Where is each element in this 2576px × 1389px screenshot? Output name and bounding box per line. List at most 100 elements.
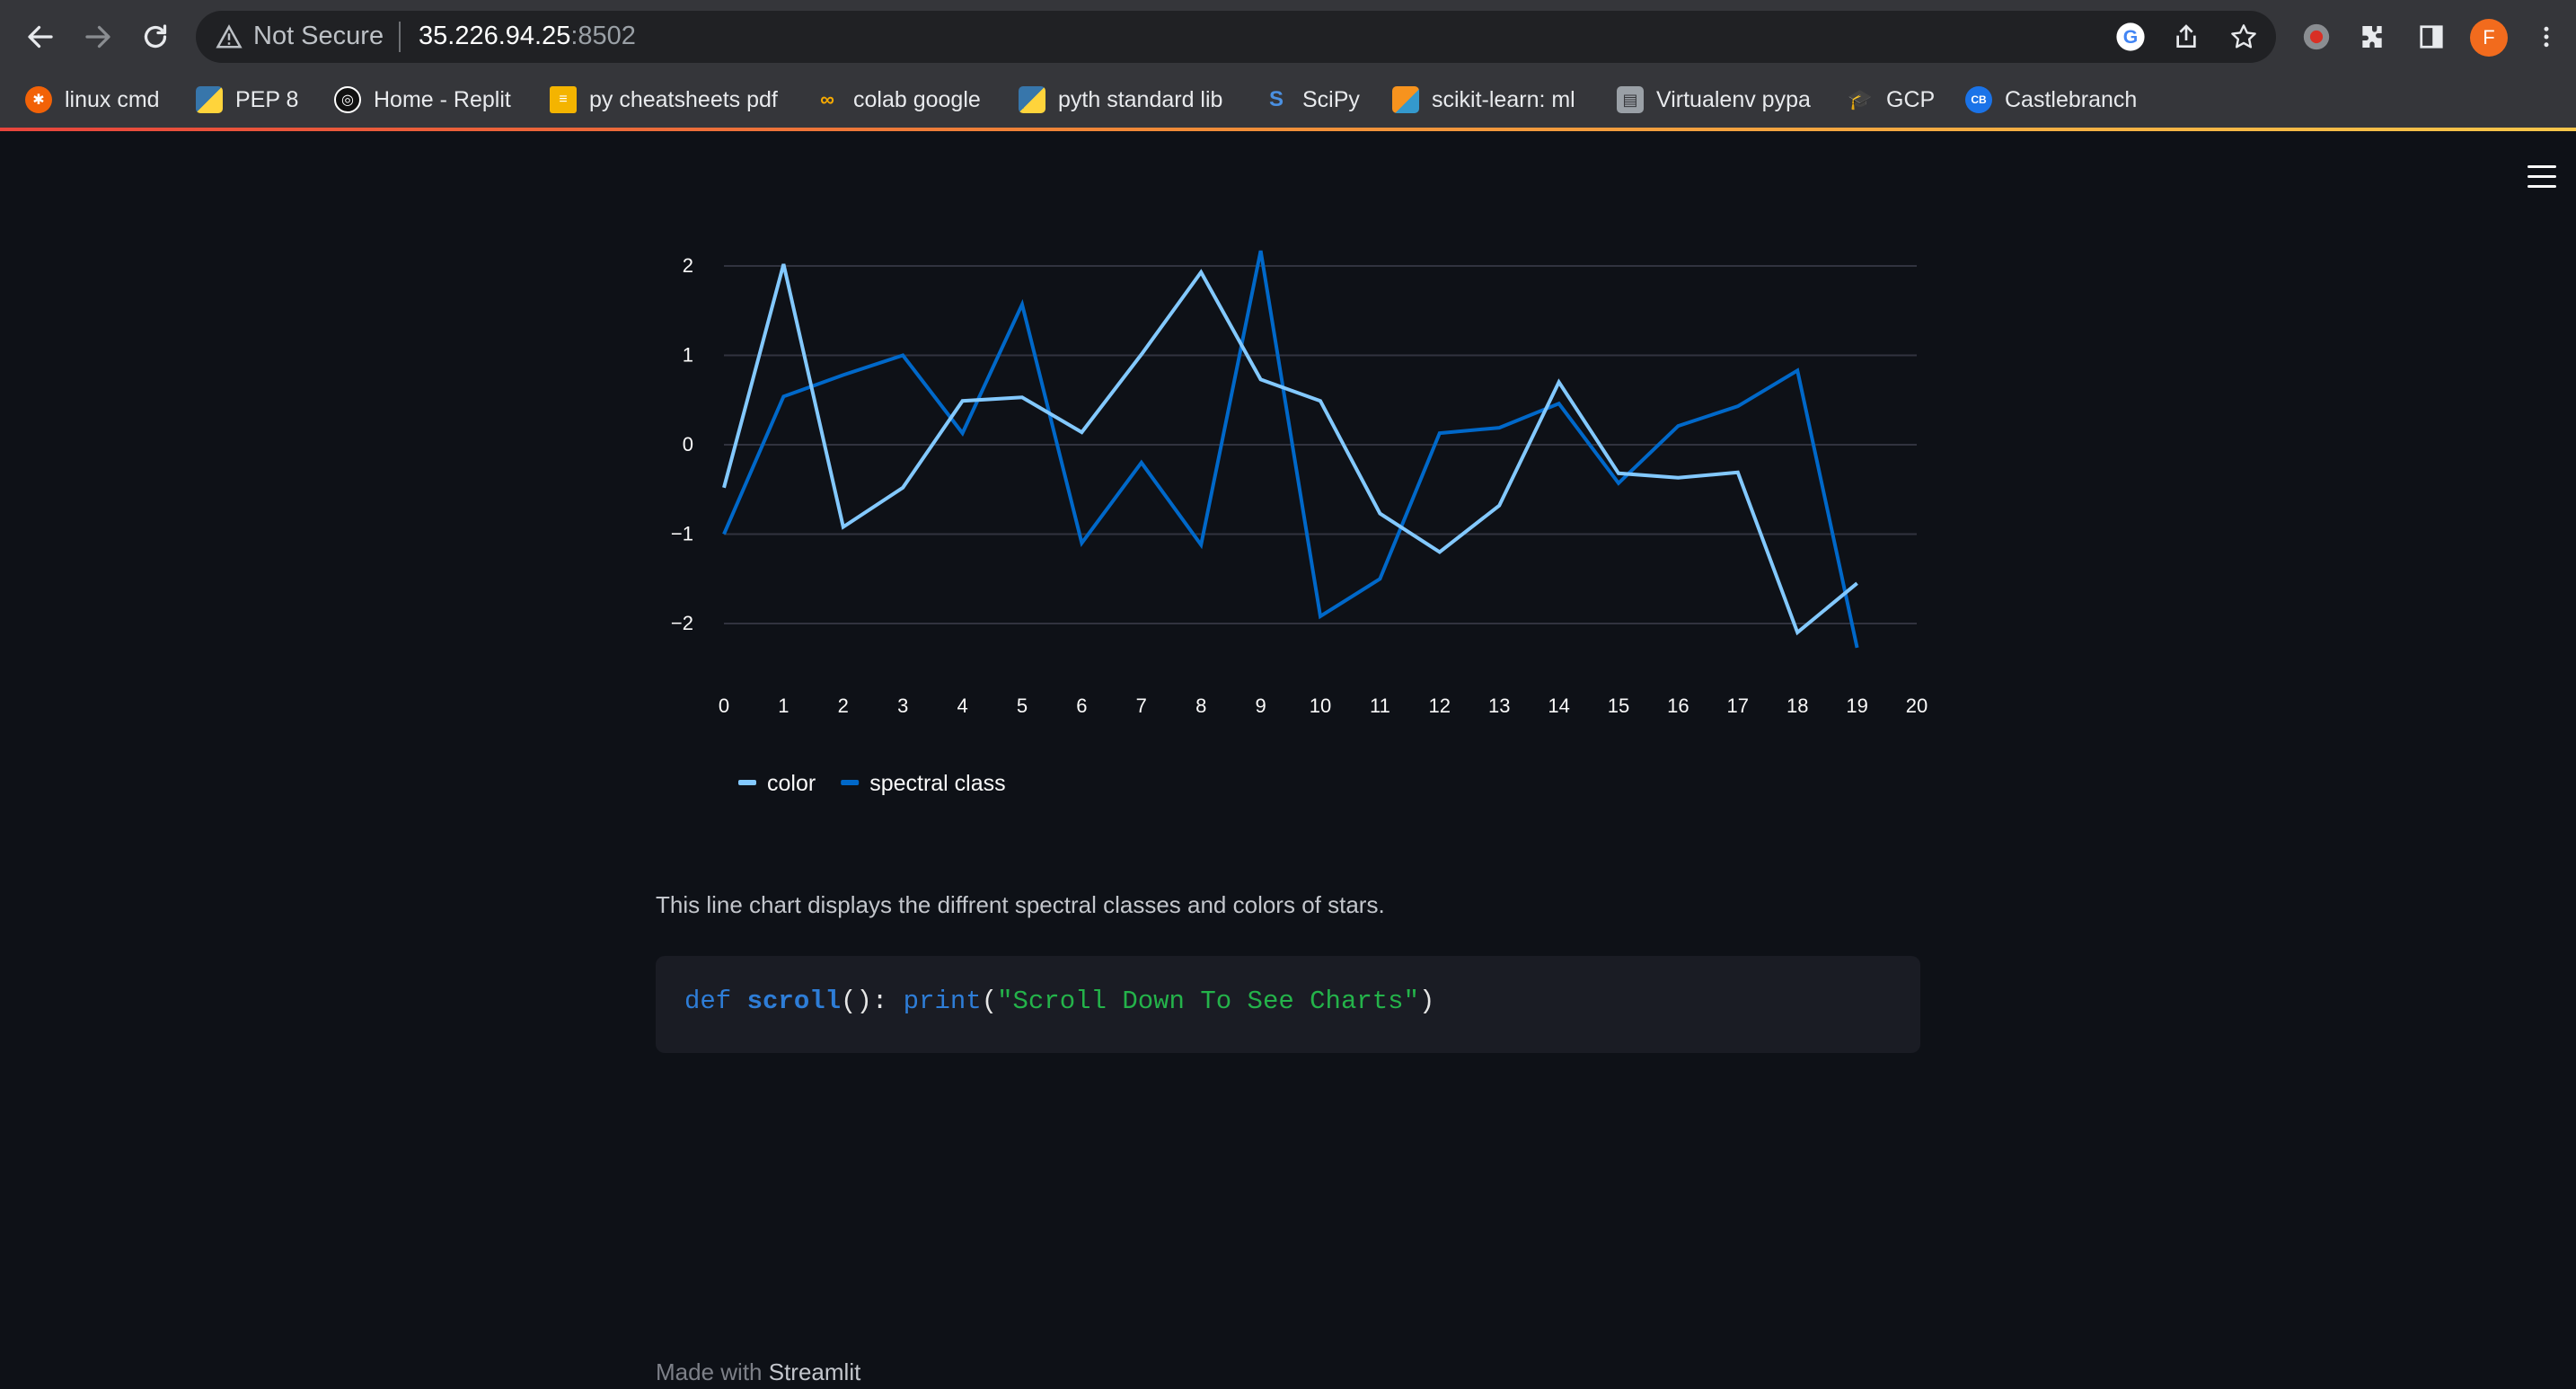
arrow-right-icon [85,25,110,49]
footer-streamlit-link[interactable]: Streamlit [769,1358,861,1385]
profile-avatar[interactable]: F [2470,19,2508,57]
x-tick-label: 15 [1608,694,1629,717]
bookmark-label: PEP 8 [235,86,299,112]
bookmark-gcp[interactable]: 🎓 GCP [1847,79,1935,120]
warning-icon [216,24,243,49]
bookmark-virtualenv[interactable]: ▤ Virtualenv pypa [1617,79,1811,120]
bookmark-scipy[interactable]: S SciPy [1263,79,1360,120]
side-panel-icon[interactable] [2414,20,2448,54]
bookmark-pyth-standard-lib[interactable]: pyth standard lib [1019,79,1222,120]
x-tick-label: 1 [778,694,789,717]
y-tick-label: −1 [671,523,693,545]
graduation-cap-icon: 🎓 [1848,88,1873,111]
y-tick-label: 1 [683,344,693,367]
footer-prefix: Made with [656,1358,769,1385]
bookmarks-bar: ✱ linux cmd PEP 8 ◎ Home - Replit ≡ py c… [0,74,2576,128]
more-menu-icon[interactable] [2529,20,2563,54]
bookmark-pep8[interactable]: PEP 8 [196,79,298,120]
x-tick-label: 13 [1488,694,1510,717]
url-host: 35.226.94.25 [419,22,571,50]
google-lens-icon[interactable]: G [2114,21,2147,53]
bookmark-label: Castlebranch [2005,86,2138,112]
bookmark-label: Virtualenv pypa [1656,86,1811,112]
legend-label-color: color [767,771,816,796]
x-tick-label: 9 [1255,694,1266,717]
extension-record-icon[interactable] [2299,20,2333,54]
code-keyword: def [684,986,732,1016]
security-label[interactable]: Not Secure [253,22,384,51]
svg-text:G: G [2123,26,2139,48]
legend-swatch-spectral-class [841,780,860,785]
sklearn-icon [1392,86,1419,113]
address-separator [399,22,401,52]
line-chart-svg: 210−1−20 1 2 3 4 5 6 7 8 9 10 11 12 13 14 15 16 17 18 19 20c… [671,250,1928,796]
x-tick-label: 0 [719,694,729,717]
x-tick-label: 4 [957,694,967,717]
browser-toolbar: Not Secure 35.226.94.25:8502 G F [0,0,2576,74]
y-tick-label: −2 [671,612,693,634]
x-tick-label: 20 [1906,694,1928,717]
x-tick-label: 8 [1195,694,1206,717]
bookmark-label: colab google [853,86,981,112]
url-port: :8502 [570,22,636,50]
hamburger-menu-icon[interactable] [2527,165,2556,189]
extensions-puzzle-icon[interactable] [2355,20,2389,54]
x-tick-label: 18 [1786,694,1808,717]
python-icon [1019,86,1045,113]
bookmark-label: GCP [1886,86,1936,112]
x-tick-label: 19 [1846,694,1867,717]
y-tick-label: 0 [683,433,693,456]
bookmark-label: py cheatsheets pdf [589,86,778,112]
x-tick-label: 14 [1548,694,1569,717]
share-icon[interactable] [2170,21,2202,53]
back-button[interactable] [20,16,61,58]
reload-button[interactable] [135,16,176,58]
x-tick-label: 5 [1017,694,1028,717]
chart-caption: This line chart displays the diffrent sp… [656,891,1385,918]
code-builtin: print [903,986,982,1016]
x-tick-label: 3 [897,694,908,717]
bookmark-castlebranch[interactable]: CB Castlebranch [1965,79,2137,120]
bookmark-star-icon[interactable] [2228,21,2260,53]
document-icon: ≡ [550,86,577,113]
bookmark-label: pyth standard lib [1058,86,1223,112]
code-line: def scroll(): print("Scroll Down To See … [684,986,1434,1016]
forward-button[interactable] [77,16,119,58]
bookmark-label: SciPy [1302,86,1360,112]
colab-icon: ∞ [820,88,834,111]
code-parens: (): [841,986,904,1016]
bookmark-scikit-learn[interactable]: scikit-learn: ml [1392,79,1575,120]
x-tick-label: 10 [1310,694,1331,717]
x-tick-label: 11 [1370,694,1390,717]
address-bar[interactable]: Not Secure 35.226.94.25:8502 G [196,11,2276,63]
x-tick-label: 6 [1076,694,1087,717]
x-tick-label: 16 [1667,694,1689,717]
browser-chrome: Not Secure 35.226.94.25:8502 G F ✱ linux… [0,0,2576,131]
footer: Made with Streamlit [656,1358,860,1386]
line-chart: 2 1 0 −1 −2 0 1 2 3 4 5 6 7 8 9 10 11 12 13 14 15 16 17 18 19 20 c… [647,225,1928,809]
bookmark-linux-cmd[interactable]: ✱ linux cmd [25,79,160,120]
bookmark-py-cheatsheets[interactable]: ≡ py cheatsheets pdf [550,79,778,120]
code-open-paren: ( [981,986,998,1016]
replit-style-icon: ✱ [25,86,52,113]
scipy-icon: S [1268,87,1284,111]
x-tick-label: 17 [1727,694,1749,717]
url-text[interactable]: 35.226.94.25:8502 [419,22,636,51]
legend-label-spectral-class: spectral class [869,771,1005,796]
x-tick-label: 7 [1136,694,1147,717]
cb-icon: CB [1965,86,1992,113]
virtualenv-icon: ▤ [1617,86,1644,113]
bookmark-home-replit[interactable]: ◎ Home - Replit [334,79,511,120]
reload-icon [144,24,167,49]
bookmark-label: scikit-learn: ml [1432,86,1575,112]
python-icon [196,86,223,113]
bookmark-label: linux cmd [65,86,160,112]
bookmark-colab[interactable]: ∞ colab google [814,79,981,120]
replit-icon: ◎ [334,86,361,113]
x-tick-label: 12 [1429,694,1451,717]
code-string: "Scroll Down To See Charts" [997,986,1419,1016]
legend-swatch-color [738,780,756,785]
series-line-color [722,263,1858,636]
code-block: def scroll(): print("Scroll Down To See … [656,956,1920,1053]
arrow-left-icon [28,25,53,49]
